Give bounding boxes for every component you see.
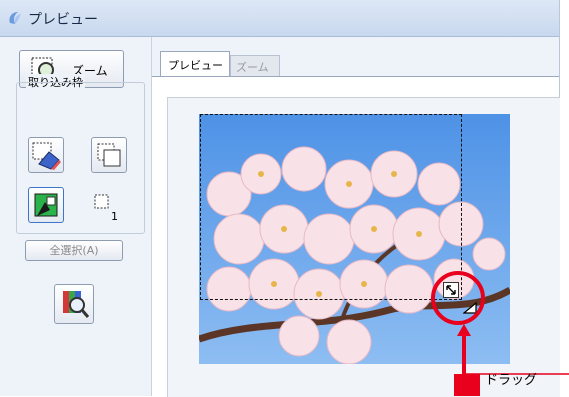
select-all-button[interactable]: 全選択(A): [25, 240, 123, 261]
frame-count: 1: [111, 210, 118, 223]
frame-icon: [94, 194, 109, 209]
tab-zoom[interactable]: ズーム: [230, 55, 280, 77]
auto-detect-icon: [34, 193, 58, 217]
auto-detect-button[interactable]: [28, 187, 64, 223]
callout-label: ドラッグ: [485, 373, 538, 388]
eraser-icon: [32, 142, 61, 170]
image-adjust-button[interactable]: [54, 284, 94, 324]
image-adjust-icon: [63, 291, 90, 318]
title-bar: プレビュー: [0, 0, 559, 37]
window-title: プレビュー: [28, 12, 98, 28]
tab-bar: プレビュー ズーム: [152, 37, 559, 77]
preview-window: プレビュー ズーム 取り込み枠 1 全選択(A) プレビュー ズーム ドラッグ: [0, 0, 569, 397]
delete-frame-button[interactable]: [28, 137, 64, 173]
tab-preview[interactable]: プレビュー: [160, 51, 230, 77]
drag-highlight-circle: [431, 271, 485, 325]
copy-frame-icon: [97, 143, 121, 167]
frame-count-display: 1: [94, 194, 120, 224]
selection-marquee[interactable]: [200, 114, 462, 300]
app-icon: [9, 12, 21, 24]
copy-frame-button[interactable]: [91, 137, 127, 173]
